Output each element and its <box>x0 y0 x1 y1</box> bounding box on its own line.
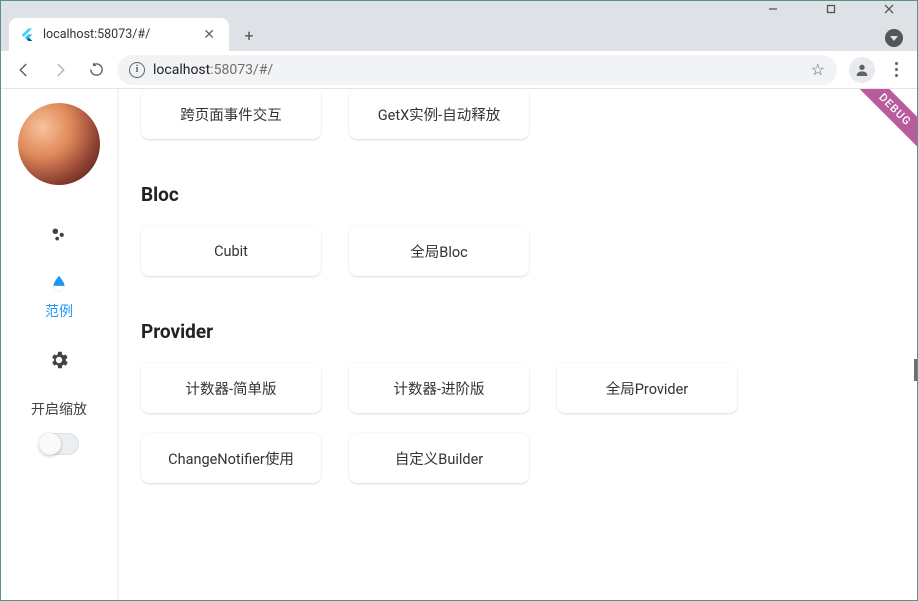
window-close-button[interactable] <box>869 1 909 16</box>
browser-menu-button[interactable] <box>883 62 909 77</box>
scrollbar-thumb[interactable] <box>914 359 917 381</box>
window-maximize-button[interactable] <box>811 1 851 16</box>
reload-button[interactable] <box>81 55 111 85</box>
extension-indicator-icon[interactable] <box>885 29 903 47</box>
url-text: localhost:58073/#/ <box>153 62 273 78</box>
water-drop-icon <box>48 273 70 295</box>
card[interactable]: GetX实例-自动释放 <box>349 89 529 139</box>
card[interactable]: 计数器-进阶版 <box>349 363 529 413</box>
site-info-icon[interactable]: i <box>129 62 145 78</box>
card[interactable]: 全局Bloc <box>349 226 529 276</box>
browser-tab-active[interactable]: localhost:58073/#/ ✕ <box>9 18 229 51</box>
card[interactable]: 自定义Builder <box>349 433 529 483</box>
card[interactable]: 计数器-简单版 <box>141 363 321 413</box>
address-bar[interactable]: i localhost:58073/#/ ☆ <box>117 55 837 85</box>
gear-icon <box>48 349 70 371</box>
section-title-bloc: Bloc <box>141 183 893 206</box>
zoom-toggle-label: 开启缩放 <box>31 399 87 419</box>
card[interactable]: 全局Provider <box>557 363 737 413</box>
scatter-icon <box>48 223 70 245</box>
profile-button[interactable] <box>849 57 875 83</box>
toggle-thumb <box>39 433 61 455</box>
flutter-favicon-icon <box>19 27 35 43</box>
bookmark-star-icon[interactable]: ☆ <box>811 60 825 79</box>
card-row: 计数器-简单版 计数器-进阶版 全局Provider <box>141 363 893 413</box>
sidebar-item-examples[interactable]: 范例 <box>1 255 117 339</box>
browser-tabstrip: localhost:58073/#/ ✕ + <box>1 16 917 51</box>
window-minimize-button[interactable] <box>753 1 793 16</box>
sidebar-item-label: 范例 <box>45 301 73 321</box>
zoom-toggle[interactable] <box>39 433 79 455</box>
card-row-top: 跨页面事件交互 GetX实例-自动释放 <box>141 89 893 139</box>
card[interactable]: 跨页面事件交互 <box>141 89 321 139</box>
section-title-provider: Provider <box>141 320 893 343</box>
back-button[interactable] <box>9 55 39 85</box>
tabstrip-right <box>885 29 917 47</box>
window-titlebar <box>1 1 917 16</box>
sidebar-item-scatter[interactable] <box>1 213 117 255</box>
tab-title: localhost:58073/#/ <box>43 27 191 42</box>
new-tab-button[interactable]: + <box>235 21 263 49</box>
browser-toolbar: i localhost:58073/#/ ☆ <box>1 51 917 89</box>
avatar[interactable] <box>18 103 100 185</box>
card[interactable]: ChangeNotifier使用 <box>141 433 321 483</box>
card[interactable]: Cubit <box>141 226 321 276</box>
card-row: ChangeNotifier使用 自定义Builder <box>141 433 893 483</box>
sidebar-item-settings[interactable] <box>1 339 117 381</box>
main-content: 跨页面事件交互 GetX实例-自动释放 Bloc Cubit 全局Bloc Pr… <box>117 89 917 600</box>
forward-button[interactable] <box>45 55 75 85</box>
tab-close-button[interactable]: ✕ <box>199 27 219 43</box>
app-viewport: 范例 开启缩放 跨页面事件交互 GetX实例-自动释放 Bloc Cubit 全… <box>1 89 917 600</box>
card-row: Cubit 全局Bloc <box>141 226 893 276</box>
app-sidebar: 范例 开启缩放 <box>1 89 117 600</box>
